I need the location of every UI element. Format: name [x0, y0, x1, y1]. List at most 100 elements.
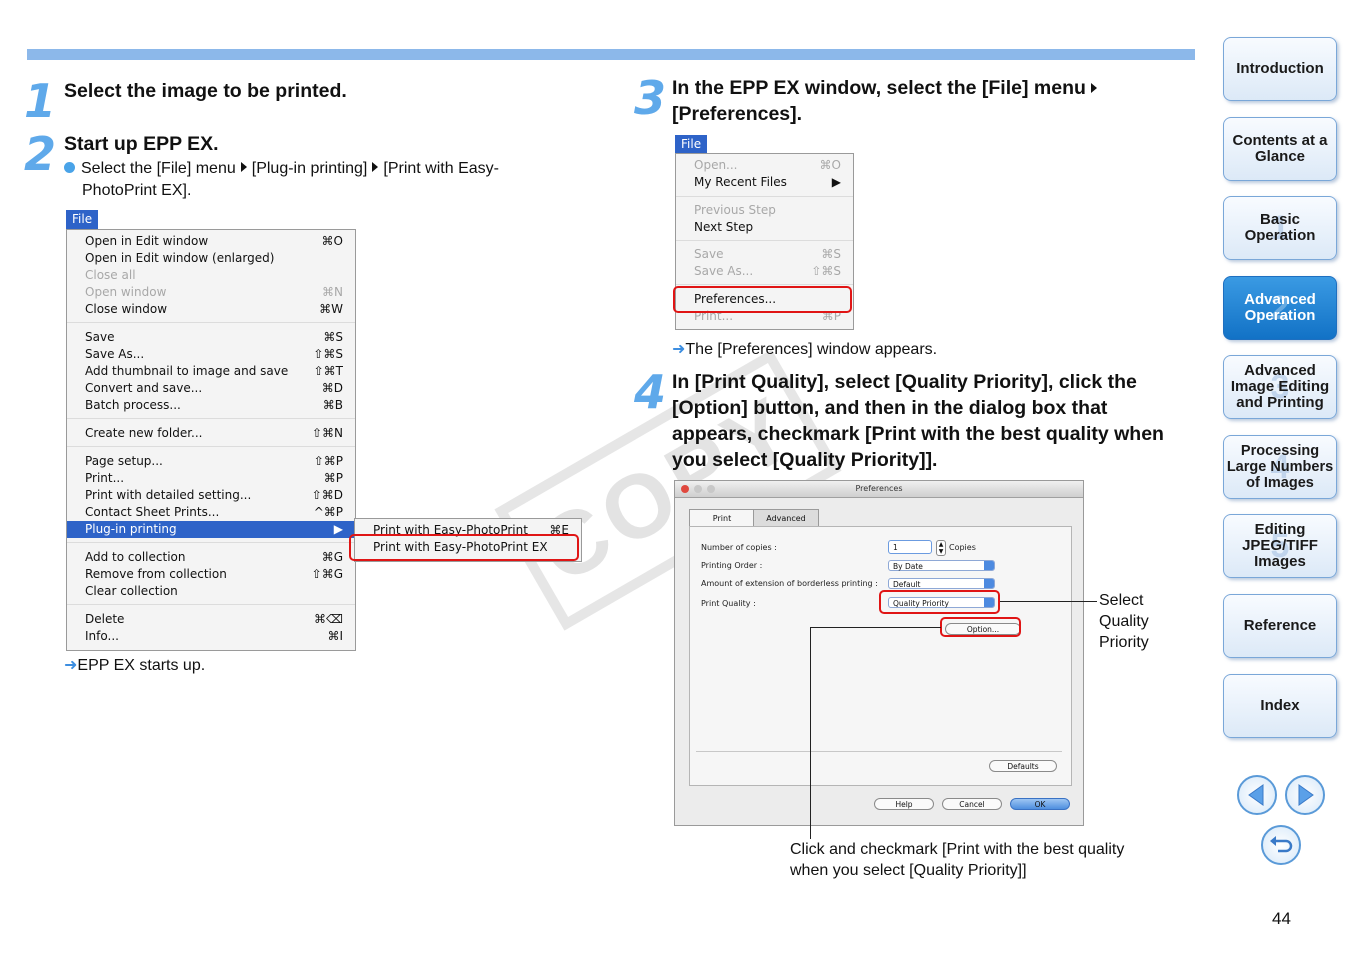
step-3-number: 3	[634, 71, 667, 125]
nav-reference[interactable]: Reference	[1223, 594, 1337, 658]
cancel-button[interactable]: Cancel	[942, 798, 1002, 810]
triangle-right-icon	[240, 162, 247, 172]
arrow-right-icon	[1298, 784, 1314, 806]
copies-input[interactable]: 1	[888, 540, 932, 554]
menu-separator	[67, 418, 355, 419]
menu-item-convert-and-save[interactable]: Convert and save... ⌘D	[67, 380, 355, 397]
step-2-instruction: Select the [File] menu [Plug-in printing]…	[64, 158, 499, 180]
menu-separator	[67, 542, 355, 543]
menu-item-print[interactable]: Print... ⌘P	[67, 470, 355, 487]
menu-separator	[67, 604, 355, 605]
printing-order-select[interactable]: By Date	[888, 560, 995, 571]
triangle-right-icon	[372, 162, 379, 172]
file-menu-title[interactable]: File	[66, 210, 99, 229]
borderless-extension-select[interactable]: Default	[888, 578, 995, 589]
callout-line	[810, 627, 941, 628]
defaults-button[interactable]: Defaults	[989, 760, 1057, 772]
help-button[interactable]: Help	[874, 798, 934, 810]
menu-item-previous-step: Previous Step	[694, 203, 776, 217]
borderless-extension-label: Amount of extension of borderless printi…	[701, 579, 878, 588]
step-4-title: In [Print Quality], select [Quality Prio…	[672, 371, 1164, 471]
step-1-number: 1	[24, 74, 57, 128]
menu-item-add-thumbnail-to-image-and-save[interactable]: Add thumbnail to image and save ⇧⌘T	[67, 363, 355, 380]
next-page-button[interactable]	[1285, 775, 1325, 815]
nav-advanced-operation[interactable]: 2 Advanced Operation	[1223, 276, 1337, 340]
file-menu-title-2[interactable]: File	[675, 135, 708, 154]
highlight-box	[349, 534, 579, 561]
callout-click-checkmark: Click and checkmark [Print with the best…	[790, 841, 1125, 879]
close-icon[interactable]	[681, 485, 689, 493]
copies-unit: Copies	[949, 543, 976, 552]
zoom-icon[interactable]	[707, 485, 715, 493]
copies-stepper[interactable]: ▲ ▼	[936, 540, 946, 556]
step-4-number: 4	[634, 365, 667, 419]
triangle-right-icon	[1090, 83, 1097, 93]
ok-button[interactable]: OK	[1010, 798, 1070, 810]
nav-editing-jpeg-tiff[interactable]: 5 Editing JPEG/TIFF Images	[1223, 514, 1337, 578]
return-icon	[1270, 836, 1293, 853]
menu-separator	[67, 446, 355, 447]
menu-item-open-in-edit-window-enlarged[interactable]: Open in Edit window (enlarged)	[67, 250, 355, 267]
menu-item-create-new-folder[interactable]: Create new folder... ⇧⌘N	[67, 425, 355, 442]
step-3-result: ➜The [Preferences] window appears.	[672, 341, 938, 358]
highlight-box	[673, 286, 852, 313]
return-button[interactable]	[1261, 825, 1301, 865]
step-2-instruction-cont: PhotoPrint EX].	[82, 182, 192, 199]
nav-introduction[interactable]: Introduction	[1223, 37, 1337, 101]
step-2-result: ➜EPP EX starts up.	[64, 657, 206, 674]
page-number: 44	[1272, 909, 1291, 928]
menu-item-clear-collection[interactable]: Clear collection	[67, 583, 355, 600]
menu-item-info[interactable]: Info... ⌘I	[67, 628, 355, 645]
print-settings-panel: Number of copies : 1 ▲ ▼ Copies Printing …	[689, 526, 1072, 786]
highlight-box	[940, 617, 1021, 637]
nav-advanced-image-editing[interactable]: 3 Advanced Image Editing and Printing	[1223, 355, 1337, 419]
callout-select-quality: Select Quality Priority	[1099, 592, 1149, 651]
menu-item-close-window[interactable]: Close window ⌘W	[67, 301, 355, 318]
highlight-box	[879, 590, 1000, 614]
callout-line	[1000, 601, 1097, 602]
menu-item-batch-process[interactable]: Batch process... ⌘B	[67, 397, 355, 414]
menu-item-next-step[interactable]: Next Step	[676, 219, 853, 236]
previous-page-button[interactable]	[1237, 775, 1277, 815]
header-bar	[27, 49, 1195, 60]
menu-item-close-all: Close all	[85, 268, 136, 282]
menu-item-save-as[interactable]: Save As... ⇧⌘S	[67, 346, 355, 363]
menu-item-open-in-edit-window[interactable]: Open in Edit window ⌘O	[67, 233, 355, 250]
minimize-icon[interactable]	[694, 485, 702, 493]
dialog-title: Preferences	[675, 481, 1083, 498]
divider	[696, 751, 1062, 752]
menu-separator	[676, 196, 853, 197]
preferences-dialog: Preferences Print Advanced Number of cop…	[674, 480, 1084, 826]
menu-separator	[676, 240, 853, 241]
arrow-left-icon	[1248, 784, 1264, 806]
menu-item-save[interactable]: Save ⌘S	[67, 329, 355, 346]
callout-line	[810, 627, 811, 839]
menu-item-open: Open... ⌘O	[694, 158, 841, 172]
file-menu-dropdown: Open in Edit window ⌘O Open in Edit window…	[66, 229, 356, 651]
step-1-title: Select the image to be printed.	[64, 80, 347, 102]
menu-item-remove-from-collection[interactable]: Remove from collection ⇧⌘G	[67, 566, 355, 583]
nav-contents-at-a-glance[interactable]: Contents at a Glance	[1223, 117, 1337, 181]
menu-item-open-window: Open window ⌘N	[85, 285, 343, 299]
menu-item-add-to-collection[interactable]: Add to collection ⌘G	[67, 549, 355, 566]
printing-order-label: Printing Order :	[701, 561, 763, 570]
bullet-icon	[64, 162, 75, 173]
copies-label: Number of copies :	[701, 543, 777, 552]
menu-separator	[676, 284, 853, 285]
menu-item-save: Save ⌘S	[694, 247, 841, 261]
nav-index[interactable]: Index	[1223, 674, 1337, 738]
step-2-title: Start up EPP EX.	[64, 133, 219, 155]
nav-processing-large-numbers[interactable]: 4 Processing Large Numbers of Images	[1223, 435, 1337, 499]
menu-item-page-setup[interactable]: Page setup... ⇧⌘P	[67, 453, 355, 470]
step-3-title: In the EPP EX window, select the [File] …	[672, 75, 1192, 127]
menu-item-print-with-detailed-setting[interactable]: Print with detailed setting... ⇧⌘D	[67, 487, 355, 504]
menu-item-plug-in-printing[interactable]: Plug-in printing ▶	[67, 521, 355, 538]
menu-separator	[67, 322, 355, 323]
menu-item-contact-sheet-prints[interactable]: Contact Sheet Prints... ^⌘P	[67, 504, 355, 521]
menu-item-delete[interactable]: Delete ⌘⌫	[67, 611, 355, 628]
menu-item-my-recent-files[interactable]: My Recent Files ▶	[676, 174, 853, 191]
print-quality-label: Print Quality :	[701, 599, 756, 608]
nav-basic-operation[interactable]: 1 Basic Operation	[1223, 196, 1337, 260]
step-2-number: 2	[24, 127, 57, 181]
menu-item-save-as: Save As... ⇧⌘S	[694, 264, 841, 278]
